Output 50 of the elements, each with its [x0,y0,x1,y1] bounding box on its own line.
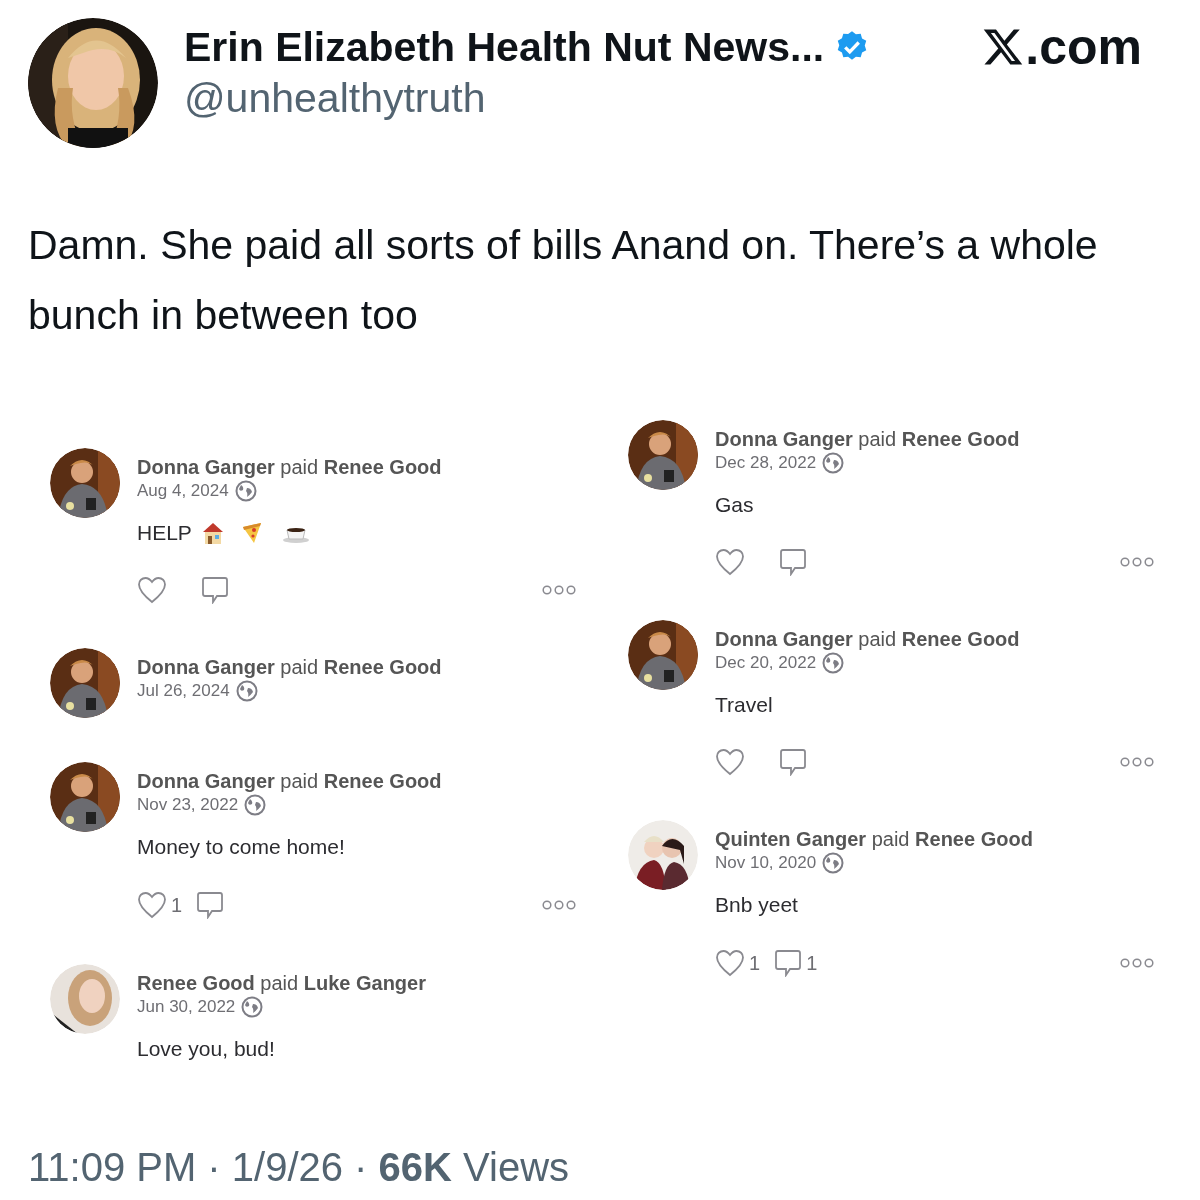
payment-date: Aug 4, 2024 [137,480,229,502]
payment-date: Dec 20, 2022 [715,652,817,674]
like-count: 1 [749,951,761,976]
like-count: 1 [171,893,183,918]
payment-title: Donna Ganger paid Renee Good [137,455,442,480]
more-options-icon[interactable] [1120,757,1154,767]
globe-icon [235,680,258,702]
payment-date: Nov 23, 2022 [137,794,239,816]
payment-title: Donna Ganger paid Renee Good [715,627,1020,652]
heart-icon[interactable] [137,891,167,919]
heart-icon[interactable] [137,576,167,604]
comment-icon[interactable] [779,548,807,576]
payment-note: Travel [715,692,773,718]
comment-icon[interactable] [779,748,807,776]
globe-icon [241,996,264,1018]
payment-date: Nov 10, 2020 [715,852,817,874]
author-name: Erin Elizabeth Health Nut News... [184,23,825,72]
payment-date: Dec 28, 2022 [715,452,817,474]
payment-date: Jun 30, 2022 [137,996,236,1018]
heart-icon[interactable] [715,949,745,977]
more-options-icon[interactable] [542,900,576,910]
payment-title: Donna Ganger paid Renee Good [137,655,442,680]
heart-icon[interactable] [715,548,745,576]
heart-icon[interactable] [715,748,745,776]
comment-icon[interactable] [196,891,225,919]
globe-icon [822,652,845,674]
payment-note: Bnb yeet [715,892,798,918]
payment-note: HELP [137,520,192,546]
globe-icon [822,452,845,474]
payment-date: Jul 26, 2024 [137,680,230,702]
payment-note: Love you, bud! [137,1036,275,1062]
payment-title: Donna Ganger paid Renee Good [715,427,1020,452]
payment-note: Money to come home! [137,834,345,860]
site-label: .com [1025,22,1142,72]
comment-count: 1 [806,951,818,976]
payment-title: Renee Good paid Luke Ganger [137,971,426,996]
more-options-icon[interactable] [1120,557,1154,567]
globe-icon [234,480,257,502]
comment-icon[interactable] [774,949,803,977]
globe-icon [822,852,845,874]
payment-note: Gas [715,492,754,518]
globe-icon [244,794,267,816]
payment-title: Donna Ganger paid Renee Good [137,769,442,794]
more-options-icon[interactable] [542,585,576,595]
author-handle[interactable]: @unhealthytruth [184,72,1172,124]
comment-icon[interactable] [201,576,229,604]
payment-title: Quinten Ganger paid Renee Good [715,827,1033,852]
tweet-meta: 11:09 PM · 1/9/26 · 66K Views [28,1144,571,1191]
tweet-text: Damn. She paid all sorts of bills Anand on. There’s a whole bunch in between too [28,221,1099,340]
more-options-icon[interactable] [1120,958,1154,968]
